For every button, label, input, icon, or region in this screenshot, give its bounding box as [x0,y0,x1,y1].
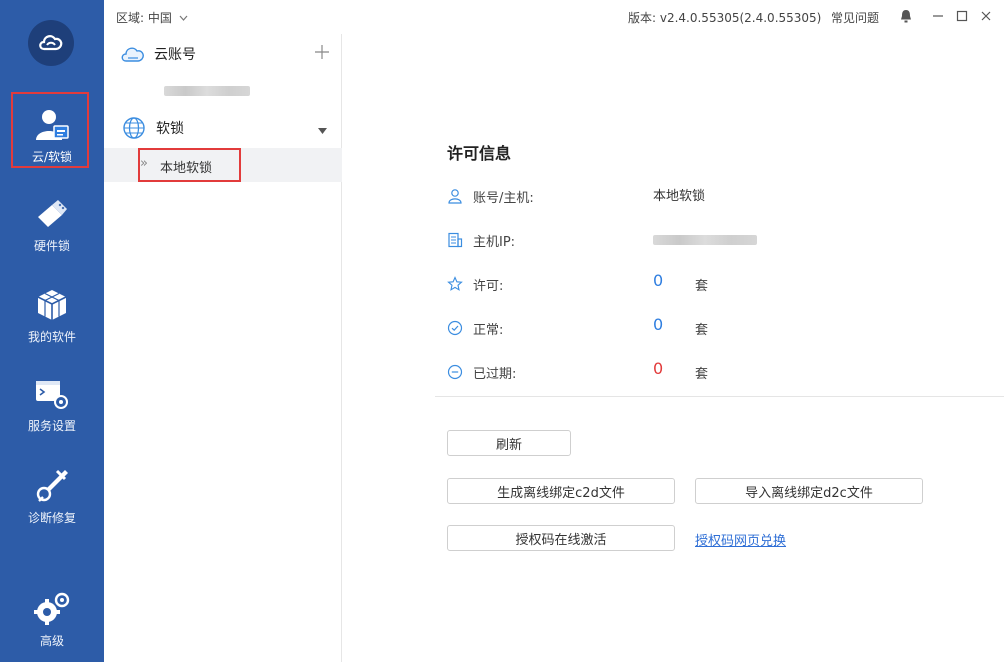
bell-icon[interactable] [898,8,914,24]
rail-item-label: 我的软件 [27,329,76,344]
info-unit: 套 [695,367,709,382]
usb-key-icon [38,199,67,227]
rail-item-my-software[interactable]: 我的软件 [0,274,104,358]
rail-item-diagnose-repair[interactable]: 诊断修复 [0,454,104,538]
info-row-account-host: 账号/主机: 本地软锁 [447,185,967,207]
cloud-icon [121,47,144,62]
caret-down-icon[interactable] [318,123,327,138]
tree-header-soft-lock[interactable]: 软锁 [104,112,342,144]
info-label: 许可: [473,279,504,294]
generate-c2d-button[interactable]: 生成离线绑定c2d文件 [447,478,675,504]
close-icon[interactable] [978,8,994,24]
maximize-icon[interactable] [954,8,970,24]
left-nav-rail: 云/软锁 硬件锁 我的软件 服务设置 诊断修复 高级 [0,0,104,662]
version-text: 版本: v2.4.0.55305(2.4.0.55305) [628,11,822,25]
cube-icon [37,289,67,320]
tree-header-label: 软锁 [156,121,184,137]
info-row-host-ip: 主机IP: [447,229,967,251]
web-redeem-link[interactable]: 授权码网页兑换 [695,530,786,549]
wrench-icon [36,469,68,502]
divider [435,396,1004,397]
region-selector[interactable]: 区域: 中国 [116,9,188,26]
page-title: 许可信息 [447,144,512,163]
minus-circle-icon [447,364,463,380]
globe-icon [123,117,145,139]
highlight-box [11,92,89,168]
check-circle-icon [447,320,463,336]
activate-online-button[interactable]: 授权码在线激活 [447,525,675,551]
info-value: 本地软锁 [653,189,706,204]
account-tree-panel: 云账号 软锁 » 本地软锁 [104,34,342,662]
tree-header-cloud-account[interactable]: 云账号 [104,38,342,70]
star-icon [447,276,463,291]
highlight-box [138,148,241,182]
rail-item-service-settings[interactable]: 服务设置 [0,364,104,448]
info-row-license-count: 许可: 0 套 [447,271,967,295]
info-value: 0 [653,271,664,290]
info-label: 已过期: [473,367,517,382]
info-value: 0 [653,315,664,334]
region-label: 区域: 中国 [116,11,172,25]
faq-link[interactable]: 常见问题 [831,9,879,26]
rail-item-hardware-lock[interactable]: 硬件锁 [0,184,104,268]
rail-item-label: 硬件锁 [33,238,70,253]
cloud-logo-icon [28,20,74,66]
rail-item-advanced[interactable]: 高级 [0,578,104,662]
top-bar: 区域: 中国 版本: v2.4.0.55305(2.4.0.55305) 常见问… [104,0,1004,34]
info-label: 正常: [473,323,504,338]
info-row-expired-count: 已过期: 0 套 [447,359,967,383]
user-icon [448,189,462,204]
tree-header-label: 云账号 [154,47,196,63]
license-info-panel: 许可信息 账号/主机: 本地软锁 主机IP: 许可: 0 套 正常: 0 套 已… [343,34,1004,662]
info-unit: 套 [695,279,709,294]
rail-item-label: 诊断修复 [27,510,76,525]
info-label: 账号/主机: [473,191,534,206]
plus-icon[interactable] [314,44,330,64]
masked-host-ip [653,235,757,245]
rail-item-label: 高级 [39,633,64,648]
info-value: 0 [653,359,664,378]
info-label: 主机IP: [473,235,516,250]
gears-icon [34,592,70,625]
terminal-gear-icon [36,380,68,409]
info-unit: 套 [695,323,709,338]
info-row-normal-count: 正常: 0 套 [447,315,967,339]
masked-account-name [164,86,250,96]
server-icon [448,232,463,248]
import-d2c-button[interactable]: 导入离线绑定d2c文件 [695,478,923,504]
refresh-button[interactable]: 刷新 [447,430,571,456]
chevron-down-icon [179,11,188,25]
minimize-icon[interactable] [930,8,946,24]
rail-item-label: 服务设置 [27,418,76,433]
